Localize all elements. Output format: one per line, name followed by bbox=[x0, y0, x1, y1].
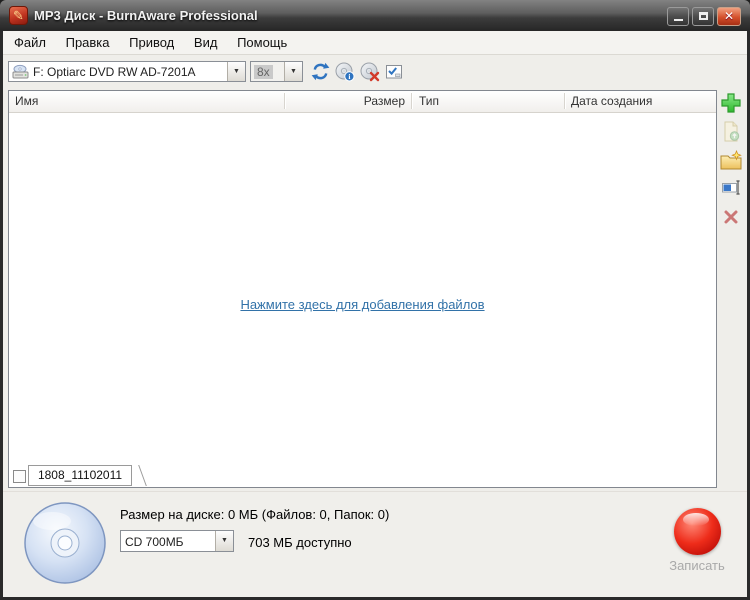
menu-file[interactable]: Файл bbox=[6, 31, 54, 54]
maximize-icon bbox=[699, 12, 708, 20]
menu-edit[interactable]: Правка bbox=[58, 31, 118, 54]
close-button[interactable]: ✕ bbox=[717, 7, 741, 26]
disc-size-info: Размер на диске: 0 МБ (Файлов: 0, Папок:… bbox=[120, 507, 389, 522]
add-plus-icon bbox=[720, 101, 742, 118]
refresh-button[interactable] bbox=[309, 62, 331, 84]
burn-pencil-icon: ✎ bbox=[10, 7, 27, 24]
column-header-size[interactable]: Размер bbox=[309, 94, 405, 108]
column-divider[interactable] bbox=[284, 93, 286, 109]
refresh-icon bbox=[311, 68, 330, 85]
column-divider[interactable] bbox=[564, 93, 566, 109]
erase-disc-button[interactable] bbox=[359, 62, 381, 84]
options-button[interactable] bbox=[383, 63, 405, 85]
menu-view[interactable]: Вид bbox=[186, 31, 226, 54]
menu-help[interactable]: Помощь bbox=[229, 31, 295, 54]
disc-info-button[interactable]: i bbox=[334, 62, 356, 84]
disc-type-value: CD 700МБ bbox=[125, 535, 184, 549]
document-add-icon bbox=[722, 129, 740, 146]
minimize-icon bbox=[674, 19, 683, 21]
svg-text:i: i bbox=[348, 72, 350, 81]
speed-select-value: 8x bbox=[254, 65, 273, 79]
titlebar[interactable]: ✎ MP3 Диск - BurnAware Professional ✕ bbox=[0, 0, 750, 31]
menubar: Файл Правка Привод Вид Помощь bbox=[3, 31, 747, 55]
delete-x-icon bbox=[722, 213, 740, 230]
burn-button-label: Записать bbox=[657, 558, 737, 573]
status-panel: Размер на диске: 0 МБ (Файлов: 0, Папок:… bbox=[3, 491, 747, 597]
drive-select-value: F: Optiarc DVD RW AD-7201A bbox=[33, 65, 196, 79]
app-window: ✎ MP3 Диск - BurnAware Professional ✕ Фа… bbox=[0, 0, 750, 600]
side-toolbar bbox=[717, 92, 745, 232]
file-list-header: Имя Размер Тип Дата создания bbox=[9, 91, 716, 113]
window-title: MP3 Диск - BurnAware Professional bbox=[34, 0, 258, 31]
disc-type-arrow[interactable]: ▼ bbox=[215, 531, 233, 551]
chevron-down-icon: ▼ bbox=[221, 537, 228, 544]
add-file-disabled-button[interactable] bbox=[719, 121, 743, 145]
disc-type-select[interactable]: CD 700МБ ▼ bbox=[120, 530, 234, 552]
chevron-down-icon: ▼ bbox=[233, 68, 240, 75]
window-controls: ✕ bbox=[667, 7, 741, 26]
cd-disc-icon bbox=[22, 500, 108, 591]
options-icon bbox=[385, 68, 403, 85]
toolbar: F: Optiarc DVD RW AD-7201A ▼ 8x ▼ bbox=[3, 55, 747, 88]
disc-info-icon: i bbox=[335, 69, 355, 86]
remove-button[interactable] bbox=[719, 208, 743, 232]
minimize-button[interactable] bbox=[667, 7, 689, 26]
column-header-name[interactable]: Имя bbox=[15, 94, 38, 108]
rename-icon bbox=[721, 183, 741, 200]
column-header-type[interactable]: Тип bbox=[419, 94, 439, 108]
disc-erase-icon bbox=[360, 69, 380, 86]
speed-select[interactable]: 8x ▼ bbox=[250, 61, 303, 82]
speed-select-arrow[interactable]: ▼ bbox=[284, 62, 302, 81]
new-folder-button[interactable] bbox=[719, 150, 743, 174]
file-list: Имя Размер Тип Дата создания Нажмите зде… bbox=[8, 90, 717, 488]
maximize-button[interactable] bbox=[692, 7, 714, 26]
disc-label-tab[interactable]: 1808_11102011 bbox=[28, 465, 132, 486]
chevron-down-icon: ▼ bbox=[290, 68, 297, 75]
add-files-link[interactable]: Нажмите здесь для добавления файлов bbox=[9, 297, 716, 312]
burn-button[interactable] bbox=[674, 508, 721, 555]
rename-button[interactable] bbox=[719, 179, 743, 203]
add-files-button[interactable] bbox=[719, 92, 743, 116]
disc-label-checkbox[interactable] bbox=[13, 470, 26, 483]
menu-drive[interactable]: Привод bbox=[121, 31, 182, 54]
app-icon: ✎ bbox=[9, 6, 28, 25]
close-icon: ✕ bbox=[718, 8, 740, 25]
column-header-date[interactable]: Дата создания bbox=[571, 94, 652, 108]
new-folder-icon bbox=[720, 157, 742, 174]
drive-select[interactable]: F: Optiarc DVD RW AD-7201A ▼ bbox=[8, 61, 246, 82]
available-space-text: 703 МБ доступно bbox=[248, 535, 352, 550]
drive-icon bbox=[12, 64, 30, 83]
column-divider[interactable] bbox=[411, 93, 413, 109]
client-area: Файл Правка Привод Вид Помощь F: Optiar bbox=[3, 31, 747, 597]
drive-select-arrow[interactable]: ▼ bbox=[227, 62, 245, 81]
